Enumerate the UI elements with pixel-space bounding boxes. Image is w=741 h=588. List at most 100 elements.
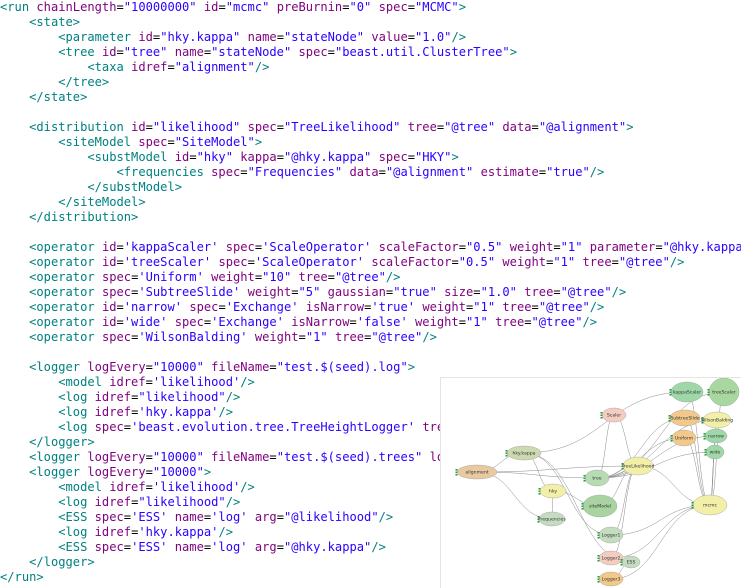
graph-node[interactable]: ESS bbox=[620, 555, 641, 569]
code-token-val: "Frequencies" bbox=[247, 165, 343, 179]
code-token-plain: = bbox=[189, 150, 197, 164]
code-token-attr: spec bbox=[174, 315, 204, 329]
code-token-plain: = bbox=[553, 285, 561, 299]
code-token-plain: = bbox=[247, 255, 255, 269]
code-token-val: 'Uniform' bbox=[138, 270, 204, 284]
graph-node[interactable]: Logger1 bbox=[597, 526, 624, 544]
code-line: <parameter id="hky.kappa" name="stateNod… bbox=[0, 30, 741, 45]
code-token-attr: name bbox=[247, 30, 277, 44]
code-token-plain: = bbox=[342, 0, 350, 14]
graph-node[interactable]: SubtreeSlide bbox=[668, 409, 701, 427]
code-token-val: 'ESS' bbox=[131, 510, 168, 524]
graph-node[interactable]: hky.kappa bbox=[505, 445, 542, 461]
graph-edge bbox=[683, 437, 711, 506]
graph-node-port bbox=[505, 455, 508, 457]
graph-node[interactable]: wide bbox=[704, 444, 725, 460]
code-token-val: 'false' bbox=[356, 315, 408, 329]
code-token-plain: = bbox=[145, 360, 153, 374]
code-token-attr: idref bbox=[109, 375, 146, 389]
graph-edge bbox=[523, 452, 612, 536]
graph-node[interactable]: siteModel bbox=[581, 494, 618, 518]
code-token-attr: data bbox=[349, 165, 379, 179]
code-token-plain: = bbox=[276, 540, 284, 554]
code-token-attr: arg bbox=[254, 540, 277, 554]
code-token-plain: = bbox=[349, 315, 357, 329]
graph-node-port bbox=[707, 391, 710, 394]
graph-node[interactable]: Scaler bbox=[600, 407, 627, 423]
code-token-attr: idref bbox=[94, 525, 132, 539]
code-line: <tree id="tree" name="stateNode" spec="b… bbox=[0, 45, 741, 60]
code-token-tag: <frequencies bbox=[116, 165, 212, 179]
graph-node-label: hky.kappa bbox=[513, 451, 536, 457]
graph-node[interactable]: Frequencies bbox=[537, 511, 567, 527]
code-token-plain: = bbox=[218, 300, 226, 314]
code-token-attr: parameter bbox=[589, 240, 656, 254]
code-token-val: 'log' bbox=[211, 540, 248, 554]
graph-node-port bbox=[707, 394, 710, 396]
graph-node[interactable]: hky bbox=[538, 483, 567, 499]
code-token-tag: /> bbox=[254, 60, 270, 74]
graph-node-port bbox=[538, 488, 541, 490]
graph-node-label: wide bbox=[710, 450, 721, 456]
code-token-tag: /> bbox=[240, 375, 255, 389]
graph-edge bbox=[476, 471, 553, 520]
code-token-val: "@alignment" bbox=[538, 120, 627, 134]
code-token-tag: /> bbox=[218, 405, 233, 419]
code-token-attr: id bbox=[174, 150, 190, 164]
graph-node[interactable]: WilsonBalding bbox=[701, 411, 733, 429]
graph-node-port bbox=[597, 581, 600, 583]
graph-node[interactable]: alignment bbox=[455, 464, 498, 480]
graph-node-port bbox=[600, 417, 603, 419]
code-token-plain: = bbox=[123, 510, 132, 524]
model-graph-panel[interactable]: alignment hky.kappa hky Frequencies tree site… bbox=[440, 377, 741, 588]
code-token-val: 'beast.evolution.tree.TreeHeightLogger' bbox=[131, 420, 416, 434]
code-token-tag: > bbox=[451, 150, 459, 164]
code-token-tag: <log bbox=[58, 405, 95, 419]
code-token-plain: = bbox=[327, 45, 335, 59]
graph-edge bbox=[610, 465, 639, 559]
code-token-tag: <ESS bbox=[58, 540, 95, 554]
graph-node[interactable]: narrow bbox=[703, 428, 728, 444]
graph-node[interactable]: treeScaler bbox=[707, 378, 740, 407]
code-token-tag: </distribution> bbox=[29, 210, 139, 224]
graph-node[interactable]: mcmc bbox=[691, 494, 728, 516]
graph-node-label: ESS bbox=[627, 560, 636, 566]
graph-node[interactable]: Logger2 bbox=[597, 550, 624, 566]
code-token-tag: <tree bbox=[58, 45, 102, 59]
graph-node-port bbox=[704, 454, 707, 456]
code-token-attr: tree bbox=[502, 300, 532, 314]
code-token-val: "SiteModel" bbox=[174, 135, 255, 149]
code-token-plain: = bbox=[611, 255, 619, 269]
graph-node[interactable]: Logger3 bbox=[597, 571, 624, 587]
code-token-tag: </logger> bbox=[29, 435, 95, 449]
graph-node[interactable]: kappaScaler bbox=[669, 381, 704, 403]
code-token-val: "10000" bbox=[152, 465, 204, 479]
code-token-attr: gaussian bbox=[327, 285, 386, 299]
code-token-attr: spec bbox=[94, 510, 124, 524]
code-line: </siteModel> bbox=[0, 195, 741, 210]
graph-node-label: kappaScaler bbox=[673, 390, 701, 396]
graph-node-port bbox=[505, 450, 508, 452]
code-token-attr: preBurnin bbox=[276, 0, 343, 14]
graph-edge bbox=[476, 465, 639, 473]
graph-node[interactable]: tree bbox=[583, 469, 610, 487]
code-token-plain: = bbox=[145, 480, 153, 494]
graph-node[interactable]: Uniform bbox=[670, 429, 697, 447]
code-token-val: "@likelihood" bbox=[283, 510, 379, 524]
code-token-tag: </siteModel> bbox=[58, 195, 146, 209]
code-token-plain: = bbox=[145, 375, 153, 389]
graph-node-port bbox=[669, 394, 672, 396]
